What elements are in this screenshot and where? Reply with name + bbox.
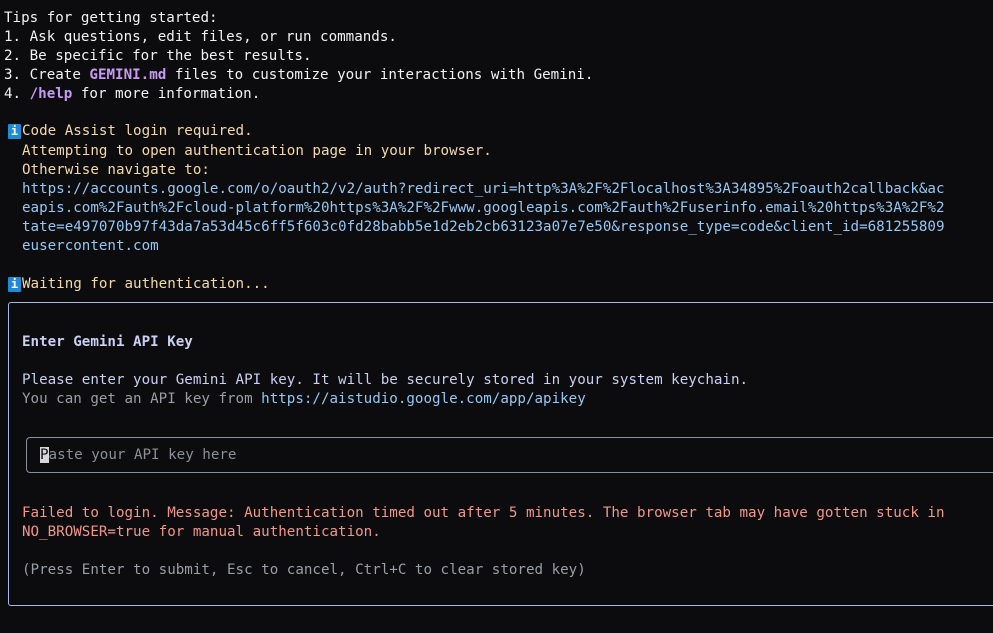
auth-url-line-4[interactable]: eusercontent.com: [22, 237, 159, 256]
auth-url-line-1[interactable]: https://accounts.google.com/o/oauth2/v2/…: [22, 180, 945, 199]
tips-heading: Tips for getting started:: [4, 10, 218, 26]
tip-item-3-suffix: files to customize your interactions wit…: [166, 67, 594, 83]
dialog-footer-help: (Press Enter to submit, Esc to cancel, C…: [22, 562, 586, 578]
gemini-md-filename: GEMINI.md: [89, 67, 167, 83]
api-key-input[interactable]: Paste your API key here: [26, 437, 993, 473]
api-key-placeholder-rest: aste your API key here: [48, 447, 237, 463]
login-otherwise-text: Otherwise navigate to:: [22, 162, 210, 178]
tip-item-4-suffix: for more information.: [72, 86, 261, 102]
tip-item-3-prefix: 3. Create: [4, 67, 90, 83]
auth-url-line-3[interactable]: tate=e497070b97f43da7a53d45c6ff5f603c0fd…: [22, 218, 945, 237]
tip-item-2: 2. Be specific for the best results.: [4, 48, 312, 64]
tip-item-4-prefix: 4.: [4, 86, 30, 102]
text-cursor: P: [40, 447, 49, 463]
login-required-title: Code Assist login required.: [22, 123, 253, 139]
help-command: /help: [29, 86, 73, 102]
aistudio-link[interactable]: https://aistudio.google.com/app/apikey: [261, 391, 586, 407]
dialog-title: Enter Gemini API Key: [22, 334, 193, 350]
info-icon: i: [8, 124, 21, 139]
login-error-line-1: Failed to login. Message: Authentication…: [22, 505, 945, 521]
login-error-line-2: NO_BROWSER=true for manual authenticatio…: [22, 524, 381, 540]
dialog-hint: You can get an API key from https://aist…: [22, 390, 586, 409]
dialog-description: Please enter your Gemini API key. It wil…: [22, 372, 749, 388]
login-attempting-text: Attempting to open authentication page i…: [22, 143, 492, 159]
api-key-placeholder: Paste your API key here: [40, 446, 236, 465]
tip-item-3: 3. Create GEMINI.md files to customize y…: [4, 66, 593, 85]
waiting-auth-text: Waiting for authentication...: [22, 276, 270, 292]
tip-item-1: 1. Ask questions, edit files, or run com…: [4, 29, 397, 45]
auth-url-line-2[interactable]: eapis.com%2Fauth%2Fcloud-platform%20http…: [22, 199, 945, 218]
dialog-hint-prefix: You can get an API key from: [22, 391, 262, 407]
info-icon: i: [8, 277, 21, 292]
api-key-dialog: Enter Gemini API Key Please enter your G…: [8, 302, 993, 606]
tip-item-4: 4. /help for more information.: [4, 85, 260, 104]
